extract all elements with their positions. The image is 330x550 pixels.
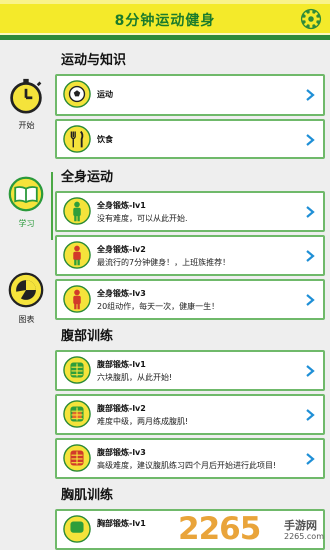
- item-name: 运动: [97, 90, 113, 99]
- app-header: 8分钟运动健身: [0, 0, 330, 40]
- sidebar-item-chart[interactable]: 图表: [0, 268, 53, 338]
- list-item-abs-lv2[interactable]: 腹部锻炼-lv2 难度中级，两月练成腹肌!: [55, 394, 325, 435]
- list-item-fullbody-lv3[interactable]: 全身锻炼-lv3 20组动作，每天一次，健康一生！: [55, 279, 325, 320]
- sidebar: 开始 学习 图表: [0, 40, 55, 550]
- abs-orange-icon: [63, 400, 91, 428]
- sidebar-item-label: 学习: [18, 219, 35, 228]
- chevron-right-icon: [306, 89, 315, 101]
- body-red-icon: [63, 241, 91, 269]
- chevron-right-icon: [306, 250, 315, 262]
- watermark-brand: 2265: [178, 511, 261, 547]
- chevron-right-icon: [306, 134, 315, 146]
- item-desc: 没有难度，可以从此开始.: [97, 214, 188, 223]
- body-green-icon: [63, 197, 91, 225]
- sidebar-item-label: 开始: [18, 121, 35, 130]
- list-item-fullbody-lv1[interactable]: 全身锻炼-lv1 没有难度，可以从此开始.: [55, 191, 325, 232]
- book-icon: [8, 176, 44, 212]
- sidebar-item-study[interactable]: 学习: [0, 172, 53, 242]
- item-name: 饮食: [97, 135, 113, 144]
- list-item-exercise[interactable]: 运动: [55, 74, 325, 116]
- item-desc: 高级难度，建议腹肌练习四个月后开始进行此项目!: [97, 461, 277, 470]
- sidebar-item-start[interactable]: 开始: [0, 74, 53, 144]
- section-title: 运动与知识: [61, 53, 127, 68]
- list-item-fullbody-lv2[interactable]: 全身锻炼-lv2 最流行的7分钟健身！，上班族推荐！: [55, 235, 325, 276]
- item-name: 全身锻炼-lv3: [97, 289, 146, 298]
- watermark-logo: 2265 手游网 2265.com: [172, 509, 330, 550]
- sidebar-item-label: 图表: [18, 315, 35, 324]
- watermark-url: 2265.com: [284, 532, 324, 541]
- section-title: 腹部训练: [61, 329, 114, 344]
- chevron-right-icon: [306, 206, 315, 218]
- ball-icon: [63, 80, 91, 108]
- item-desc: 六块腹肌，从此开始!: [97, 373, 173, 382]
- chest-green-icon: [63, 515, 91, 543]
- item-name: 腹部锻炼-lv2: [97, 404, 146, 413]
- gear-icon[interactable]: [300, 8, 322, 30]
- content-list: 运动与知识 运动 饮食 全身运动 全身锻炼-lv1 没有难度，可以从此开始. 全…: [53, 40, 330, 550]
- list-item-diet[interactable]: 饮食: [55, 119, 325, 159]
- section-title: 胸肌训练: [61, 488, 114, 503]
- pie-chart-icon: [8, 272, 44, 308]
- item-desc: 最流行的7分钟健身！，上班族推荐！: [97, 258, 231, 267]
- list-item-abs-lv3[interactable]: 腹部锻炼-lv3 高级难度，建议腹肌练习四个月后开始进行此项目!: [55, 438, 325, 479]
- body-red-icon: [63, 285, 91, 313]
- app-title: 8分钟运动健身: [114, 13, 216, 29]
- item-desc: 20组动作，每天一次，健康一生！: [97, 302, 220, 311]
- item-name: 胸部锻炼-lv1: [97, 519, 146, 528]
- header-stripe-top: [0, 0, 330, 4]
- chevron-right-icon: [306, 453, 315, 465]
- watermark-site: 手游网: [284, 519, 317, 532]
- abs-red-icon: [63, 444, 91, 472]
- item-name: 腹部锻炼-lv3: [97, 448, 146, 457]
- fork-knife-icon: [63, 125, 91, 153]
- abs-green-icon: [63, 356, 91, 384]
- chevron-right-icon: [306, 365, 315, 377]
- item-name: 全身锻炼-lv1: [97, 201, 146, 210]
- chevron-right-icon: [306, 294, 315, 306]
- item-desc: 难度中级，两月练成腹肌!: [97, 417, 189, 426]
- item-name: 腹部锻炼-lv1: [97, 360, 146, 369]
- chevron-right-icon: [306, 409, 315, 421]
- section-title: 全身运动: [61, 170, 114, 185]
- stopwatch-icon: [10, 78, 42, 114]
- list-item-abs-lv1[interactable]: 腹部锻炼-lv1 六块腹肌，从此开始!: [55, 350, 325, 391]
- item-name: 全身锻炼-lv2: [97, 245, 146, 254]
